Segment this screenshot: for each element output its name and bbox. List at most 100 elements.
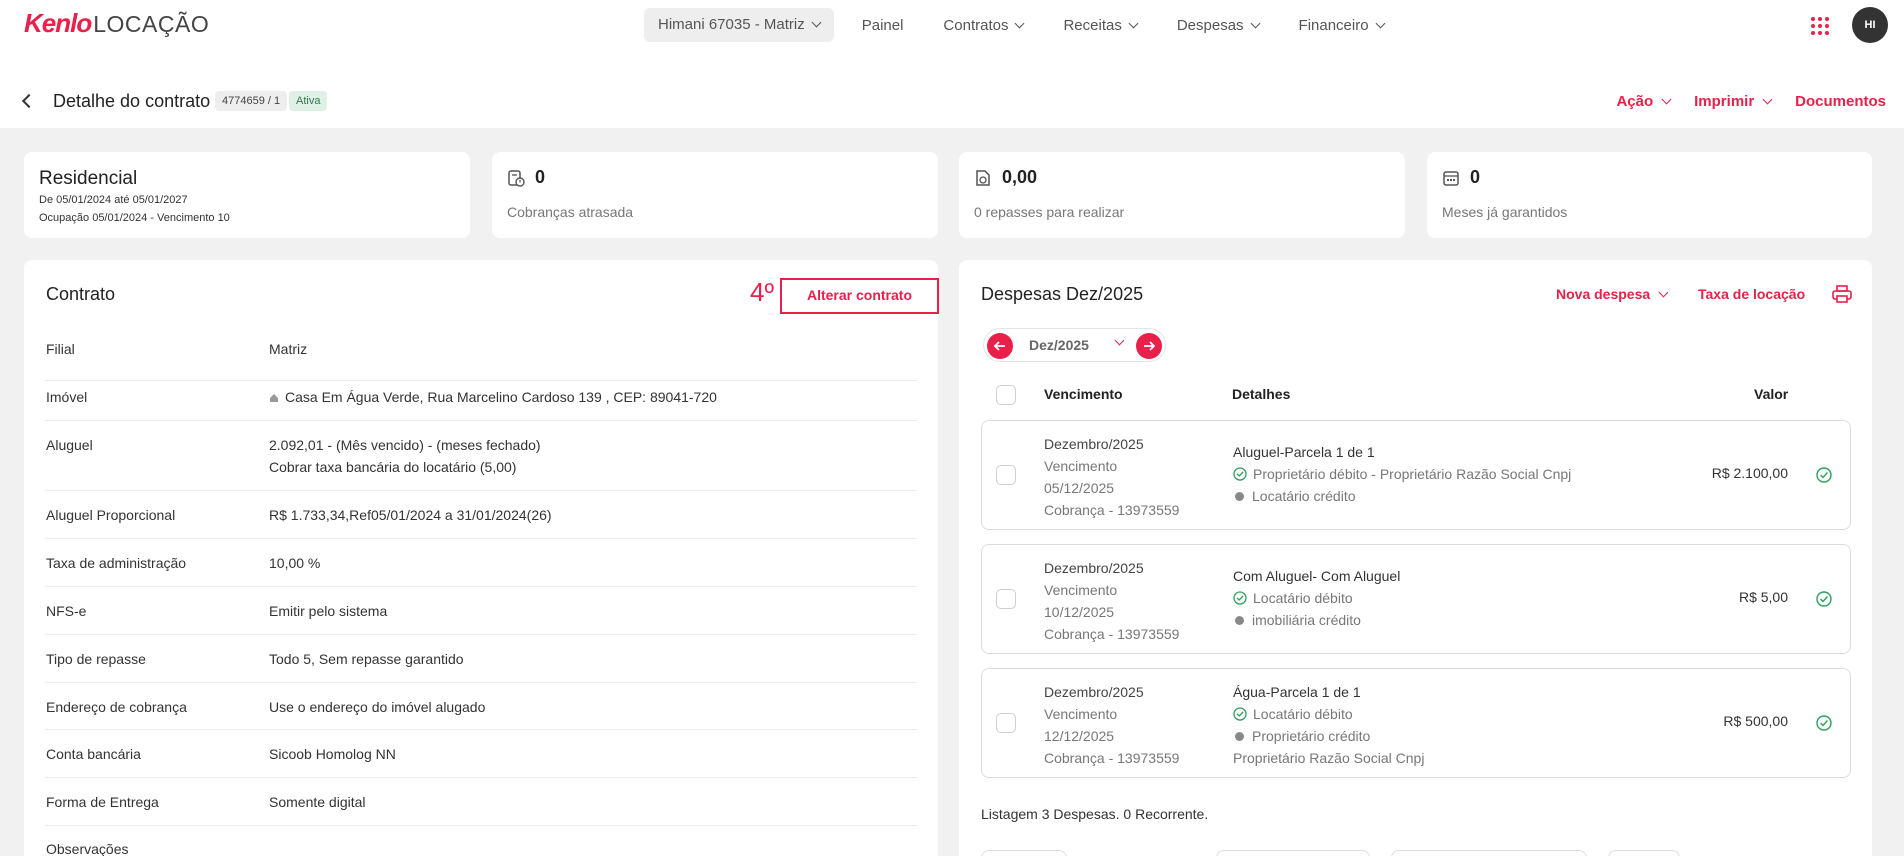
contract-row-entrega: Forma de Entrega Somente digital bbox=[45, 778, 917, 826]
charge-ref: Cobrança - 13973559 bbox=[1044, 750, 1180, 766]
edit-contract-button[interactable]: Alterar contrato bbox=[780, 278, 939, 314]
credit-line: imobiliária crédito bbox=[1252, 612, 1361, 628]
nav-painel[interactable]: Painel bbox=[842, 17, 924, 34]
debit-line: Locatário débito bbox=[1253, 706, 1353, 722]
contract-occupation: Ocupação 05/01/2024 - Vencimento 10 bbox=[39, 212, 230, 224]
new-expense-button[interactable]: Nova despesa bbox=[1556, 286, 1669, 302]
page-title: Detalhe do contrato bbox=[53, 91, 211, 111]
contract-id-badge: 4774659 / 1 bbox=[215, 91, 288, 111]
contract-row-nfse: NFS-e Emitir pelo sistema bbox=[45, 587, 917, 635]
chevron-down-icon bbox=[1250, 18, 1260, 28]
branch-selector[interactable]: Himani 67035 - Matriz bbox=[644, 8, 834, 42]
check-circle-icon bbox=[1233, 707, 1247, 721]
transfers-value: 0,00 bbox=[1002, 167, 1038, 187]
chevron-down-icon bbox=[811, 17, 822, 28]
nav-label: Painel bbox=[861, 16, 904, 34]
main-nav: Himani 67035 - Matriz Painel Contratos R… bbox=[644, 8, 1404, 42]
expense-item[interactable]: Dezembro/2025 Vencimento 05/12/2025 Cobr… bbox=[981, 420, 1851, 530]
expense-checkbox[interactable] bbox=[996, 713, 1016, 733]
chevron-down-icon bbox=[1661, 94, 1672, 105]
chevron-down-icon[interactable] bbox=[1114, 335, 1125, 346]
print-menu-button[interactable]: Imprimir bbox=[1694, 93, 1773, 110]
select-all-checkbox[interactable] bbox=[996, 385, 1016, 405]
contract-title: Contrato bbox=[46, 284, 116, 304]
logo-brand: Kenlo bbox=[24, 8, 92, 38]
column-vencimento[interactable]: Vencimento bbox=[1044, 386, 1123, 402]
calendar-icon bbox=[1443, 171, 1459, 186]
row-label: Tipo de repasse bbox=[46, 651, 146, 667]
avatar[interactable]: HI bbox=[1852, 7, 1888, 43]
guaranteed-label: Meses já garantidos bbox=[1442, 204, 1568, 220]
top-bar: KenloLOCAÇÃO Himani 67035 - Matriz Paine… bbox=[0, 0, 1904, 128]
row-label: Forma de Entrega bbox=[46, 794, 159, 810]
nav-label: Despesas bbox=[1176, 16, 1244, 34]
action-label: Ação bbox=[1616, 93, 1654, 110]
footer-button[interactable] bbox=[1391, 850, 1587, 856]
property-address: Casa Em Água Verde, Rua Marcelino Cardos… bbox=[285, 389, 717, 405]
chevron-down-icon bbox=[1128, 18, 1139, 28]
apps-grid-icon[interactable] bbox=[1811, 17, 1829, 35]
pending-dot-icon bbox=[1235, 732, 1244, 741]
row-value[interactable]: Casa Em Água Verde, Rua Marcelino Cardos… bbox=[269, 386, 717, 408]
current-month[interactable]: Dez/2025 bbox=[1029, 337, 1089, 353]
logo-product: LOCAÇÃO bbox=[93, 11, 210, 37]
rental-fee-button[interactable]: Taxa de locação bbox=[1698, 286, 1805, 302]
step-marker: 4º bbox=[750, 277, 774, 307]
back-arrow-icon[interactable] bbox=[21, 93, 37, 109]
nav-contratos[interactable]: Contratos bbox=[923, 17, 1043, 34]
contract-row-proporcional: Aluguel Proporcional R$ 1.733,34,Ref05/0… bbox=[45, 491, 917, 539]
pending-dot-icon bbox=[1235, 492, 1244, 501]
expense-checkbox[interactable] bbox=[996, 589, 1016, 609]
contract-row-observacoes: Observações bbox=[45, 826, 917, 856]
check-circle-icon bbox=[1233, 467, 1247, 481]
row-label: Imóvel bbox=[46, 389, 88, 405]
guaranteed-months-card[interactable]: 0 Meses já garantidos bbox=[1427, 152, 1872, 238]
due-label: Vencimento bbox=[1044, 458, 1118, 474]
row-value: Sicoob Homolog NN bbox=[269, 746, 396, 762]
nav-despesas[interactable]: Despesas bbox=[1157, 17, 1279, 34]
row-value: Matriz bbox=[269, 341, 308, 357]
expense-title: Com Aluguel- Com Aluguel bbox=[1233, 568, 1401, 584]
documents-button[interactable]: Documentos bbox=[1795, 93, 1886, 110]
expense-item[interactable]: Dezembro/2025 Vencimento 10/12/2025 Cobr… bbox=[981, 544, 1851, 654]
contract-row-repasse: Tipo de repasse Todo 5, Sem repasse gara… bbox=[45, 635, 917, 683]
rent-value: 2.092,01 - (Mês vencido) - (meses fechad… bbox=[269, 437, 541, 453]
nav-financeiro[interactable]: Financeiro bbox=[1279, 17, 1404, 34]
footer-button[interactable] bbox=[1216, 850, 1370, 856]
contract-row-endereco: Endereço de cobrança Use o endereço do i… bbox=[45, 683, 917, 730]
nav-receitas[interactable]: Receitas bbox=[1043, 17, 1156, 34]
late-label: Cobranças atrasada bbox=[507, 204, 634, 220]
check-circle-icon bbox=[1816, 591, 1832, 607]
action-menu-button[interactable]: Ação bbox=[1616, 93, 1672, 110]
contract-type-card: Residencial De 05/01/2024 até 05/01/2027… bbox=[24, 152, 470, 238]
arrow-right-icon bbox=[1144, 341, 1156, 351]
credit-line: Proprietário crédito bbox=[1252, 728, 1371, 744]
row-value: 10,00 % bbox=[269, 555, 321, 571]
footer-button[interactable] bbox=[981, 850, 1067, 856]
expenses-summary: Listagem 3 Despesas. 0 Recorrente. bbox=[981, 806, 1209, 822]
expense-month: Dezembro/2025 bbox=[1044, 560, 1144, 576]
money-doc-icon bbox=[976, 170, 990, 186]
prev-month-button[interactable] bbox=[987, 333, 1013, 359]
charge-ref: Cobrança - 13973559 bbox=[1044, 502, 1180, 518]
transfers-card[interactable]: 0,00 0 repasses para realizar bbox=[959, 152, 1405, 238]
contract-row-aluguel: Aluguel 2.092,01 - (Mês vencido) - (mese… bbox=[45, 421, 917, 491]
next-month-button[interactable] bbox=[1136, 333, 1162, 359]
late-charges-card[interactable]: 0 Cobranças atrasada bbox=[492, 152, 938, 238]
column-valor[interactable]: Valor bbox=[1754, 386, 1788, 402]
expense-item[interactable]: Dezembro/2025 Vencimento 12/12/2025 Cobr… bbox=[981, 668, 1851, 778]
contract-row-filial: Filial Matriz bbox=[45, 333, 917, 381]
late-count: 0 bbox=[535, 167, 546, 187]
logo[interactable]: KenloLOCAÇÃO bbox=[24, 8, 209, 39]
print-icon[interactable] bbox=[1832, 285, 1852, 303]
due-date: 12/12/2025 bbox=[1044, 728, 1115, 744]
column-detalhes[interactable]: Detalhes bbox=[1232, 386, 1290, 402]
footer-button[interactable] bbox=[1608, 850, 1680, 856]
check-circle-icon bbox=[1816, 715, 1832, 731]
expense-checkbox[interactable] bbox=[996, 465, 1016, 485]
row-label: Conta bancária bbox=[46, 746, 141, 762]
status-badge: Ativa bbox=[289, 91, 328, 111]
chevron-down-icon bbox=[1658, 287, 1669, 298]
nav-label: Contratos bbox=[943, 16, 1009, 34]
expense-due: Dezembro/2025 Vencimento 12/12/2025 Cobr… bbox=[1044, 681, 1179, 769]
